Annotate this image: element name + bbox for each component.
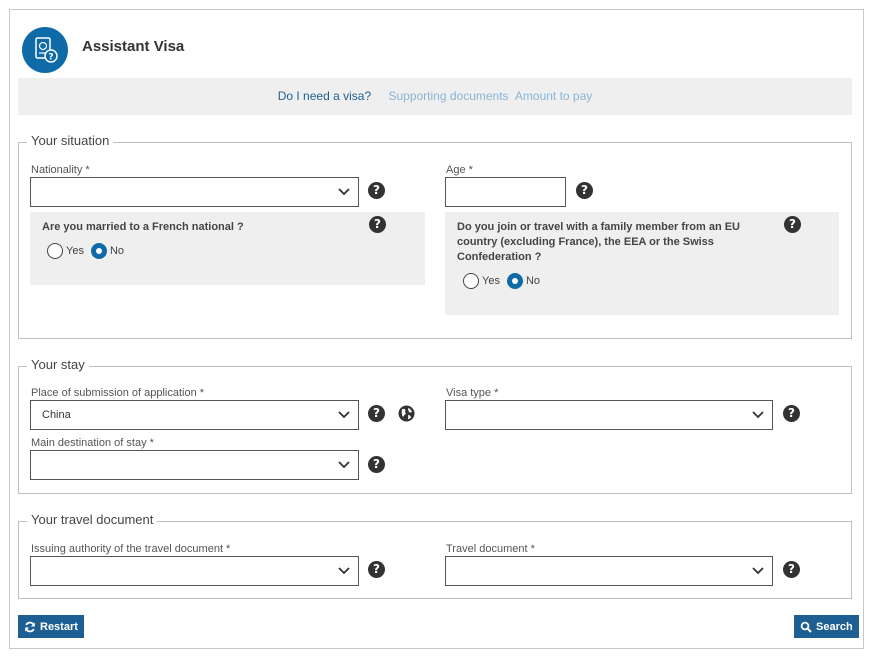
married-help-icon[interactable]: ? bbox=[369, 216, 386, 233]
married-yes-radio[interactable] bbox=[47, 243, 63, 259]
search-icon bbox=[800, 621, 812, 633]
visa-type-label: Visa type * bbox=[446, 387, 499, 399]
age-help-icon[interactable]: ? bbox=[576, 182, 593, 199]
main-destination-help-icon[interactable]: ? bbox=[368, 456, 385, 473]
passport-help-icon: ? bbox=[22, 27, 68, 73]
family-question: Do you join or travel with a family memb… bbox=[457, 220, 740, 265]
family-help-icon[interactable]: ? bbox=[784, 216, 801, 233]
family-yes-radio[interactable] bbox=[463, 273, 479, 289]
restart-button[interactable]: Restart bbox=[18, 615, 84, 638]
situation-legend: Your situation bbox=[27, 133, 114, 148]
age-input[interactable] bbox=[445, 177, 566, 207]
visa-type-help-icon[interactable]: ? bbox=[783, 405, 800, 422]
place-of-submission-value: China bbox=[42, 409, 71, 421]
chevron-down-icon bbox=[752, 411, 764, 419]
married-radio-group: Yes No bbox=[47, 243, 131, 259]
chevron-down-icon bbox=[338, 461, 350, 469]
travel-document-legend: Your travel document bbox=[27, 512, 158, 527]
chevron-down-icon bbox=[338, 411, 350, 419]
main-destination-label: Main destination of stay * bbox=[31, 437, 154, 449]
restart-label: Restart bbox=[40, 620, 78, 633]
refresh-icon bbox=[25, 621, 35, 632]
family-question-line-3: Confederation ? bbox=[457, 251, 542, 263]
nationality-label: Nationality * bbox=[31, 164, 90, 176]
page-title: Assistant Visa bbox=[82, 38, 185, 55]
married-yes-label: Yes bbox=[66, 245, 84, 257]
place-of-submission-label: Place of submission of application * bbox=[31, 387, 205, 399]
married-question: Are you married to a French national ? bbox=[42, 221, 244, 233]
globe-icon[interactable] bbox=[398, 405, 415, 422]
tab-supporting-documents[interactable]: Supporting documents bbox=[388, 78, 508, 115]
travel-document-label: Travel document * bbox=[446, 543, 535, 555]
family-no-label: No bbox=[525, 275, 541, 287]
issuing-authority-help-icon[interactable]: ? bbox=[368, 561, 385, 578]
svg-text:?: ? bbox=[48, 53, 53, 63]
married-no-radio[interactable] bbox=[90, 243, 107, 259]
stay-legend: Your stay bbox=[27, 357, 89, 372]
tab-amount-to-pay[interactable]: Amount to pay bbox=[515, 78, 592, 115]
family-question-line-2: country (excluding France), the EEA or t… bbox=[457, 236, 714, 248]
nationality-select[interactable] bbox=[30, 177, 359, 207]
chevron-down-icon bbox=[752, 567, 764, 575]
main-destination-select[interactable] bbox=[30, 450, 359, 480]
issuing-authority-label: Issuing authority of the travel document… bbox=[31, 543, 231, 555]
family-yes-label: Yes bbox=[482, 275, 500, 287]
chevron-down-icon bbox=[338, 188, 350, 196]
age-label: Age * bbox=[446, 164, 473, 176]
tab-bar: Do I need a visa? Supporting documents A… bbox=[18, 78, 852, 115]
visa-type-select[interactable] bbox=[445, 400, 773, 430]
search-label: Search bbox=[816, 620, 853, 633]
tab-do-i-need-a-visa[interactable]: Do I need a visa? bbox=[278, 78, 371, 115]
family-radio-group: Yes No bbox=[463, 273, 547, 289]
issuing-authority-select[interactable] bbox=[30, 556, 359, 586]
search-button[interactable]: Search bbox=[794, 615, 859, 638]
chevron-down-icon bbox=[338, 567, 350, 575]
family-no-radio[interactable] bbox=[506, 273, 523, 289]
married-no-label: No bbox=[109, 245, 125, 257]
place-of-submission-select[interactable]: China bbox=[30, 400, 359, 430]
family-question-line-1: Do you join or travel with a family memb… bbox=[457, 221, 741, 233]
nationality-help-icon[interactable]: ? bbox=[368, 182, 385, 199]
travel-document-help-icon[interactable]: ? bbox=[783, 561, 800, 578]
place-of-submission-help-icon[interactable]: ? bbox=[368, 405, 385, 422]
travel-document-select[interactable] bbox=[445, 556, 773, 586]
